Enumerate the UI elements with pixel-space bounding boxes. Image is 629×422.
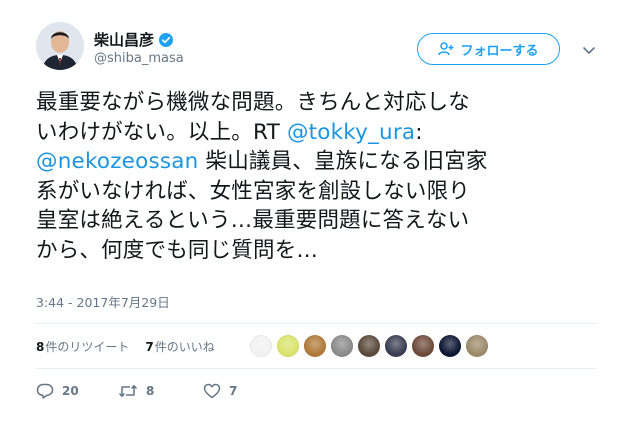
tweet-text-segment: から、何度でも同じ質問を… <box>36 237 319 263</box>
tweet-text-line: 系がいなければ、女性宮家を創設しない限り <box>36 177 606 207</box>
retweet-stat-count: 8 <box>36 339 45 354</box>
tweet-text-segment: : <box>415 119 423 145</box>
retweet-icon <box>118 385 138 397</box>
name-row: 柴山昌彦 <box>94 29 174 50</box>
sketch-avatar[interactable] <box>249 335 272 357</box>
tweet-text-segment: 柴山議員、皇族になる旧宮家 <box>198 149 488 174</box>
tweet-text-line: いわけがない。以上。RT @tokky_ura: <box>36 118 606 148</box>
lion-avatar[interactable] <box>303 335 326 357</box>
heart-icon <box>203 383 221 399</box>
dog-avatar[interactable] <box>330 335 353 357</box>
tweet-actions: 20 8 7 <box>36 383 273 399</box>
like-stat-label: 件のいいね <box>154 339 215 354</box>
tweet-text-segment: 系がいなければ、女性宮家を創設しない限り <box>36 178 471 204</box>
tweet-text-line: から、何度でも同じ質問を… <box>36 236 606 266</box>
like-stat[interactable]: 7件のいいね <box>145 338 214 355</box>
reply-button[interactable]: 20 <box>36 383 118 399</box>
verified-badge-icon <box>159 32 174 47</box>
like-stat-count: 7 <box>145 339 154 354</box>
tweet-text-line: 最重要ながら機微な問題。きちんと対応しな <box>36 88 606 118</box>
sponge-avatar[interactable] <box>276 335 299 357</box>
follow-button[interactable]: フォローする <box>417 33 560 65</box>
user-handle[interactable]: @shiba_masa <box>94 51 184 66</box>
follow-button-label: フォローする <box>460 43 539 59</box>
retweet-button[interactable]: 8 <box>118 383 203 399</box>
mention-link[interactable]: @tokky_ura <box>287 120 415 145</box>
landscape-avatar[interactable] <box>465 335 488 357</box>
tweet-text: 最重要ながら機微な問題。きちんと対応しな いわけがない。以上。RT @tokky_… <box>36 88 606 265</box>
tweet-stats: 8件のリツイート 7件のいいね <box>36 323 596 369</box>
like-button[interactable]: 7 <box>203 383 273 399</box>
chevron-down-icon[interactable] <box>581 42 597 58</box>
tweet-text-segment: いわけがない。以上。RT <box>36 119 287 145</box>
like-count: 7 <box>229 384 238 398</box>
tweet-text-line: @nekozeossan 柴山議員、皇族になる旧宮家 <box>36 147 606 177</box>
tweet-text-segment: 皇室は絶えるという…最重要問題に答えない <box>36 208 470 233</box>
reply-icon <box>36 383 54 399</box>
tweet-text-line: 皇室は絶えるという…最重要問題に答えない <box>36 206 606 236</box>
liker-avatars <box>245 335 488 357</box>
reply-count: 20 <box>62 384 79 398</box>
woman-avatar[interactable] <box>411 335 434 357</box>
avatar[interactable] <box>36 22 84 70</box>
suit-avatar[interactable] <box>384 335 407 357</box>
tweet-text-segment: 最重要ながら機微な問題。きちんと対応しな <box>36 90 471 115</box>
retweet-stat[interactable]: 8件のリツイート <box>36 338 129 355</box>
tweet-header: 柴山昌彦 @shiba_masa フォローする <box>36 22 596 78</box>
retweet-stat-label: 件のリツイート <box>45 339 130 354</box>
add-user-icon <box>438 42 454 56</box>
eye-avatar[interactable] <box>438 335 461 357</box>
tweet-timestamp[interactable]: 3:44 - 2017年7月29日 <box>36 292 170 311</box>
retweet-count: 8 <box>146 384 155 398</box>
user-name[interactable]: 柴山昌彦 <box>94 29 154 50</box>
mention-link[interactable]: @nekozeossan <box>36 149 198 174</box>
portrait-avatar[interactable] <box>357 335 380 357</box>
